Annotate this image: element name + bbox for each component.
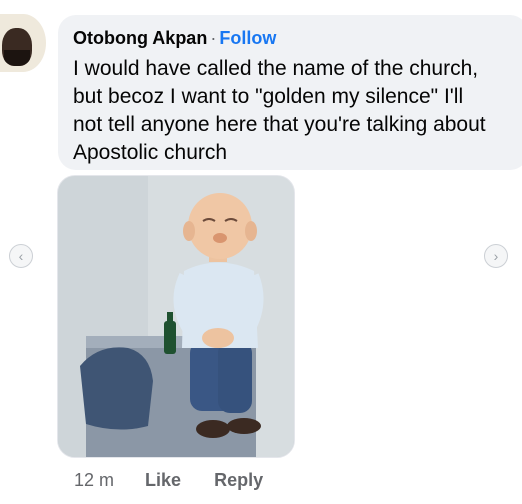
avatar[interactable] [0, 14, 46, 72]
like-button[interactable]: Like [145, 470, 181, 490]
comment-header: Otobong Akpan · Follow [73, 27, 276, 49]
separator-dot: · [210, 28, 217, 48]
comment-actions: 12 m Like Reply [74, 469, 263, 491]
comment-text: I would have called the name of the chur… [73, 57, 486, 164]
follow-button[interactable]: Follow [219, 28, 276, 48]
author-name[interactable]: Otobong Akpan [73, 28, 207, 48]
previous-button[interactable]: ‹ [9, 244, 33, 268]
next-button[interactable]: › [484, 244, 508, 268]
chevron-left-icon: ‹ [18, 248, 24, 264]
chevron-right-icon: › [493, 248, 499, 264]
photo-illustration [58, 176, 294, 457]
attached-photo[interactable] [57, 175, 295, 458]
avatar-beard [4, 50, 30, 66]
timestamp[interactable]: 12 m [74, 470, 114, 490]
reply-button[interactable]: Reply [214, 470, 263, 490]
